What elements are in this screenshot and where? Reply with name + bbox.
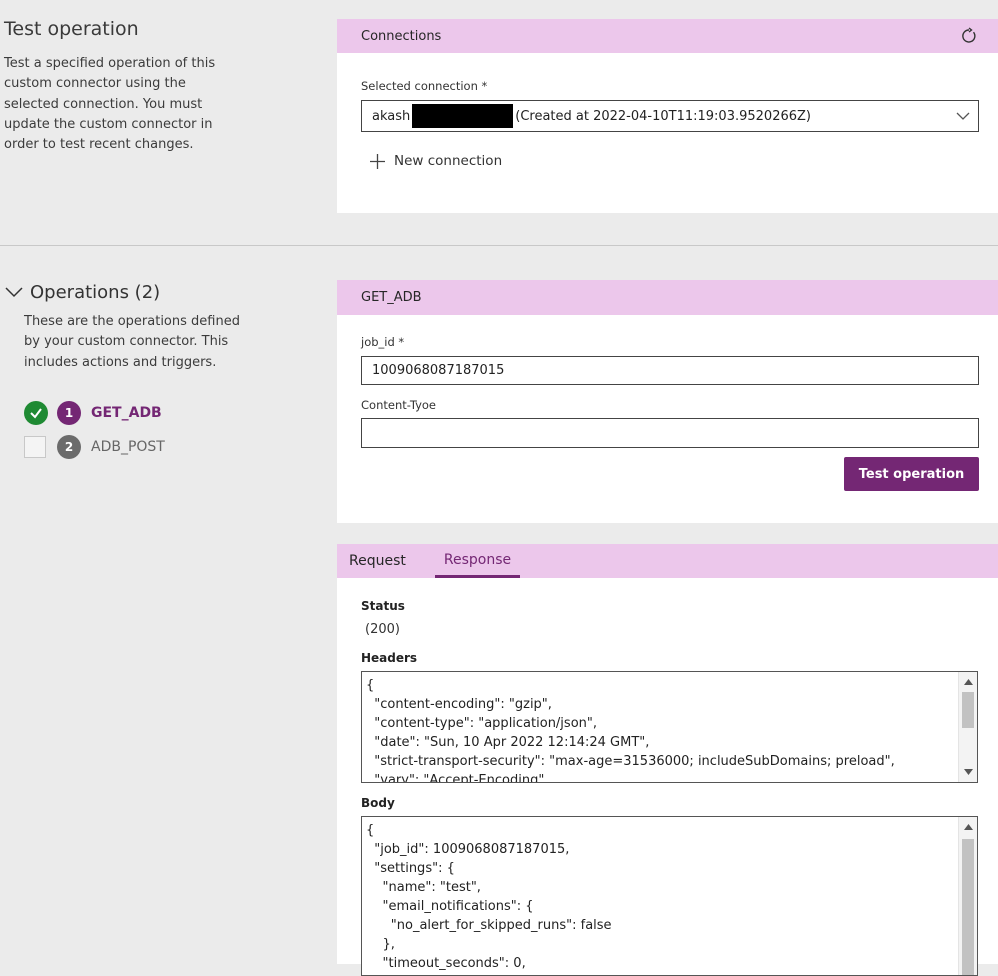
scroll-down-arrow-icon[interactable] (959, 764, 977, 780)
headers-scroll-thumb[interactable] (962, 692, 974, 728)
chevron-down-icon (956, 112, 970, 120)
body-label: Body (361, 796, 395, 810)
selected-connection-dropdown[interactable]: akash (Created at 2022-04-10T11:19:03.95… (361, 100, 979, 132)
chevron-down-icon (5, 287, 23, 298)
operations-title: Operations (2) (30, 282, 161, 303)
connections-header-title: Connections (361, 28, 442, 44)
body-scroll-thumb[interactable] (962, 839, 974, 975)
collapse-operations-toggle[interactable] (4, 282, 24, 302)
job-id-label: job_id * (361, 335, 405, 349)
connections-header: Connections (337, 19, 998, 53)
headers-textbox[interactable]: { "content-encoding": "gzip", "content-t… (361, 671, 978, 783)
headers-scrollbar[interactable] (958, 672, 977, 782)
connection-name: akash (372, 108, 411, 124)
plus-icon (370, 153, 385, 169)
refresh-button[interactable] (960, 27, 978, 45)
selected-connection-label: Selected connection * (361, 79, 488, 93)
content-type-input[interactable] (361, 418, 979, 448)
job-id-input[interactable]: 1009068087187015 (361, 356, 979, 385)
operation-label: GET_ADB (91, 405, 162, 421)
redacted-block (412, 104, 514, 128)
section-divider (0, 245, 998, 246)
status-label: Status (361, 599, 405, 613)
body-scrollbar[interactable] (958, 817, 977, 975)
empty-checkbox-icon (24, 436, 46, 458)
operation-header: GET_ADB (337, 280, 998, 315)
operation-label: ADB_POST (91, 439, 165, 455)
tab-request[interactable]: Request (349, 544, 406, 578)
refresh-icon (962, 27, 976, 43)
page-description: Test a specified operation of this custo… (4, 56, 216, 153)
job-id-value: 1009068087187015 (372, 363, 505, 378)
new-connection-label: New connection (394, 153, 503, 169)
operations-description: These are the operations defined by your… (24, 314, 240, 370)
status-value: (200) (365, 622, 400, 637)
operation-item-get-adb[interactable]: 1 GET_ADB (24, 400, 254, 426)
test-operation-button[interactable]: Test operation (844, 457, 979, 491)
operation-header-title: GET_ADB (361, 290, 422, 305)
scroll-up-arrow-icon[interactable] (959, 819, 977, 835)
headers-label: Headers (361, 651, 418, 665)
tab-response[interactable]: Response (435, 544, 520, 578)
operation-number-badge: 2 (57, 435, 81, 459)
operation-number-badge: 1 (57, 401, 81, 425)
checkmark-icon (24, 401, 48, 425)
scroll-up-arrow-icon[interactable] (959, 674, 977, 690)
body-content: { "job_id": 1009068087187015, "settings"… (366, 823, 612, 971)
operation-item-adb-post[interactable]: 2 ADB_POST (24, 434, 254, 460)
connection-created-info: (Created at 2022-04-10T11:19:03.9520266Z… (515, 108, 811, 124)
new-connection-link[interactable]: New connection (369, 151, 502, 171)
body-textbox[interactable]: { "job_id": 1009068087187015, "settings"… (361, 816, 978, 976)
headers-content: { "content-encoding": "gzip", "content-t… (366, 678, 895, 783)
page-title: Test operation (4, 18, 139, 40)
content-type-label: Content-Tyoe (361, 398, 436, 412)
